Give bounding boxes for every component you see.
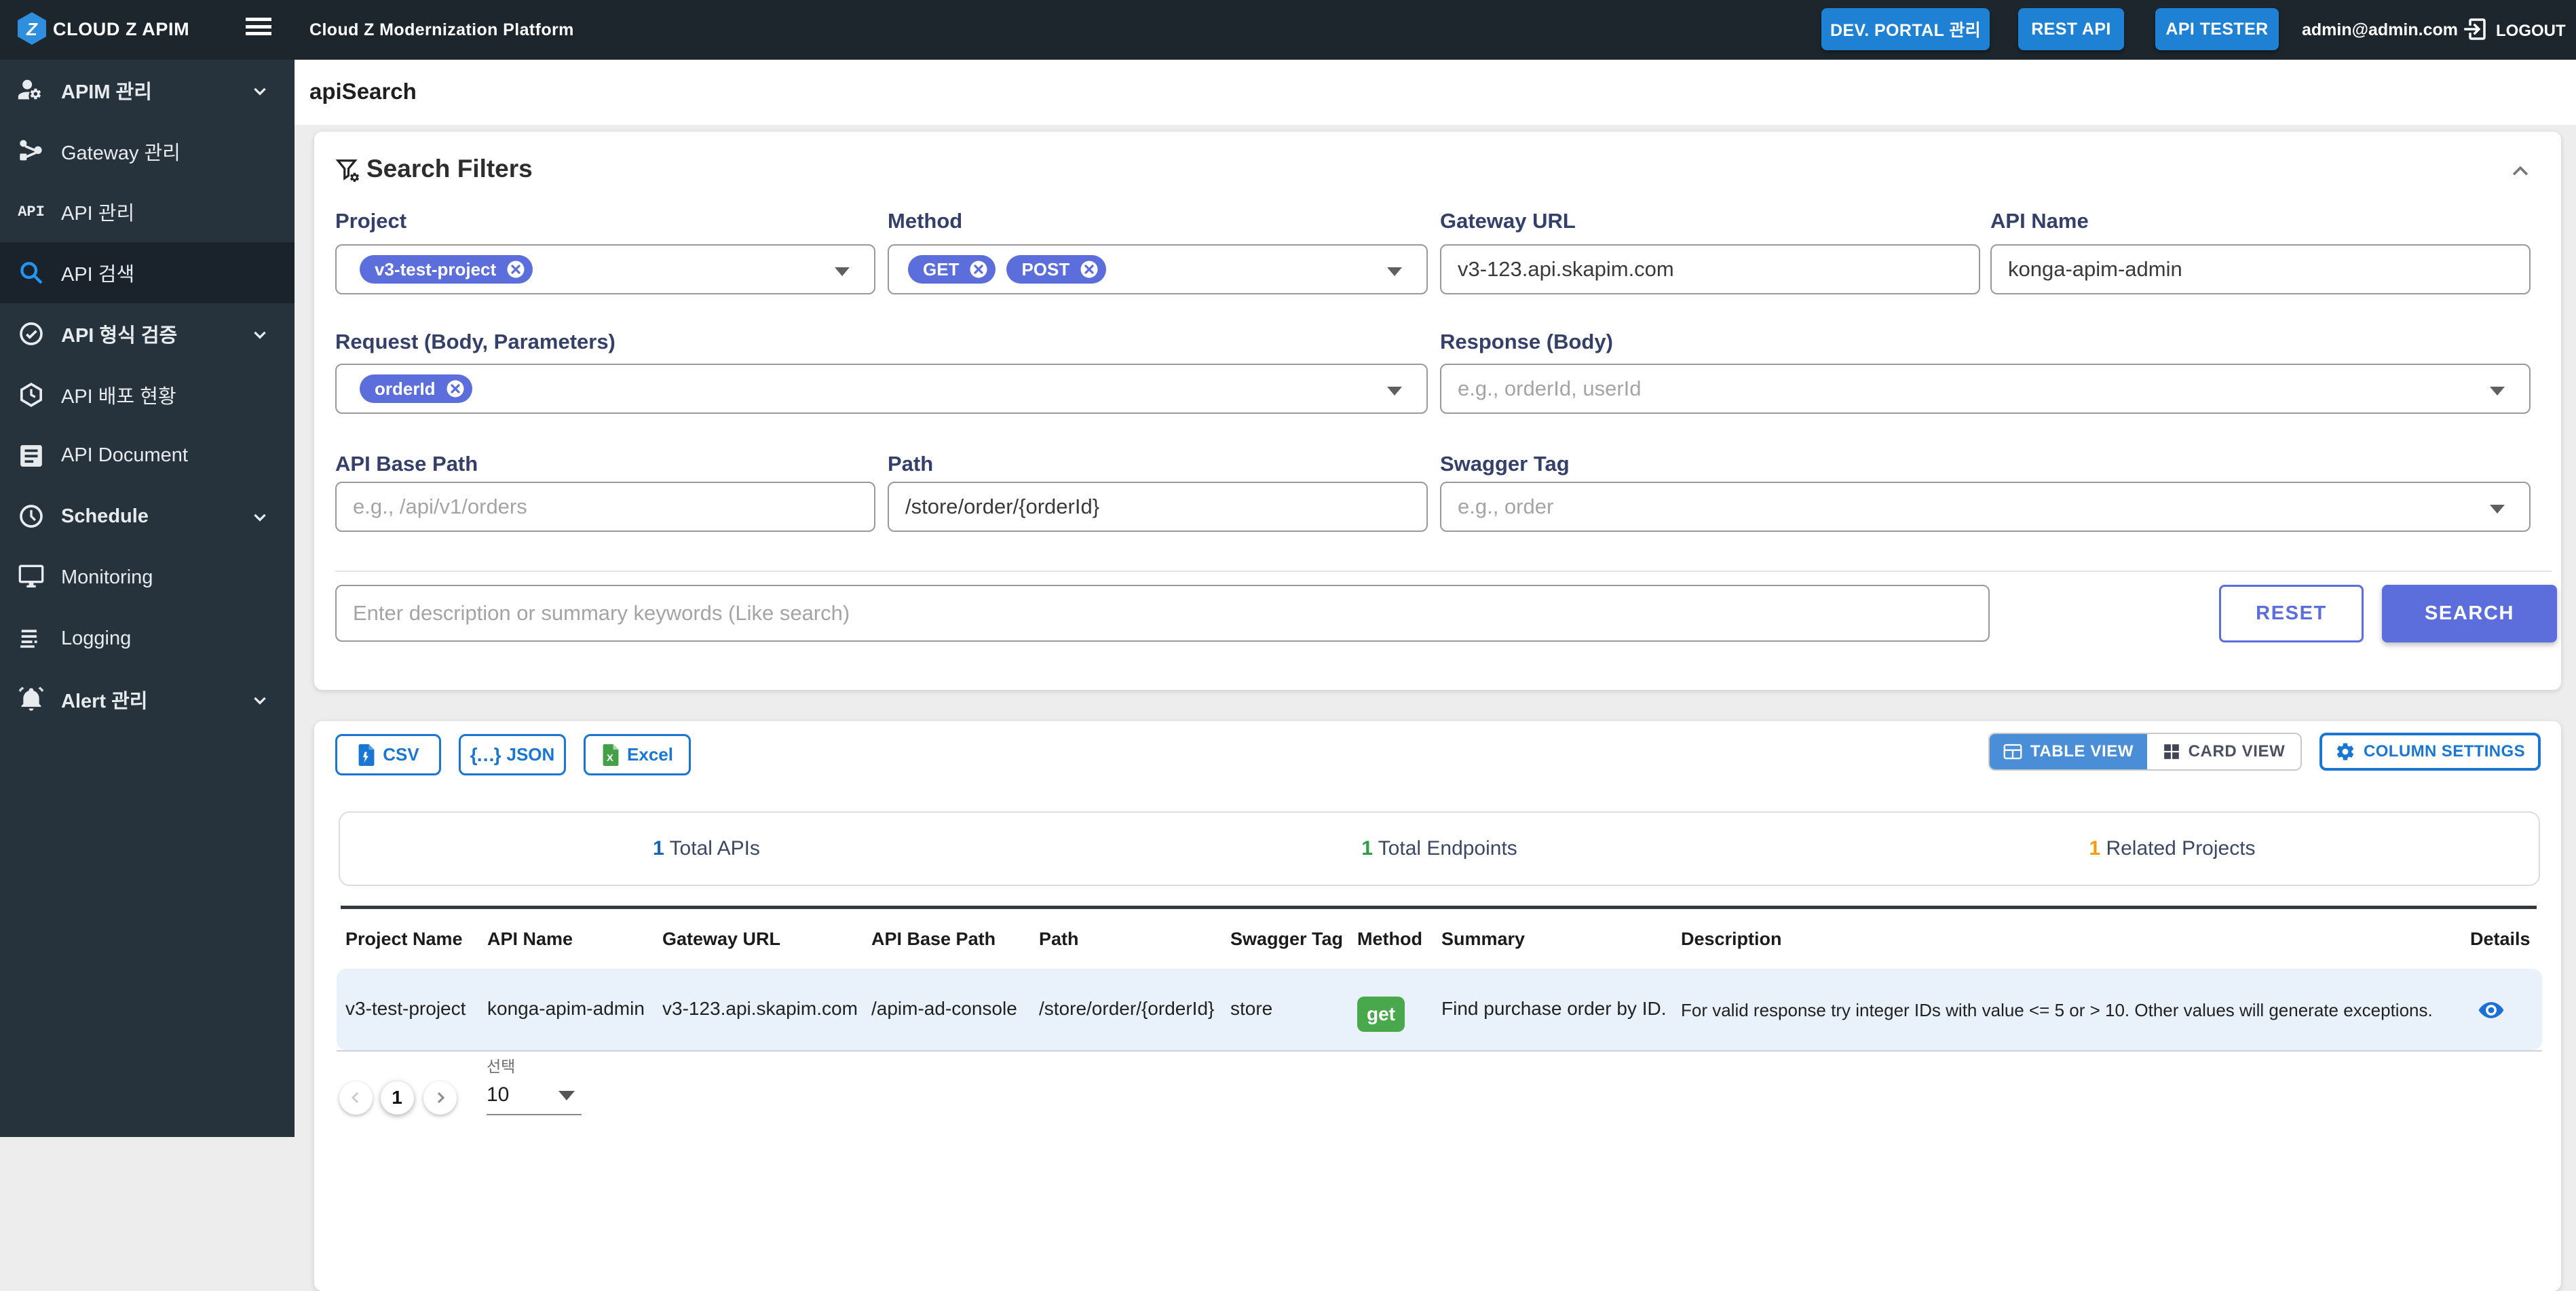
svg-text:Z: Z <box>26 19 38 39</box>
svg-text:X: X <box>607 753 613 764</box>
